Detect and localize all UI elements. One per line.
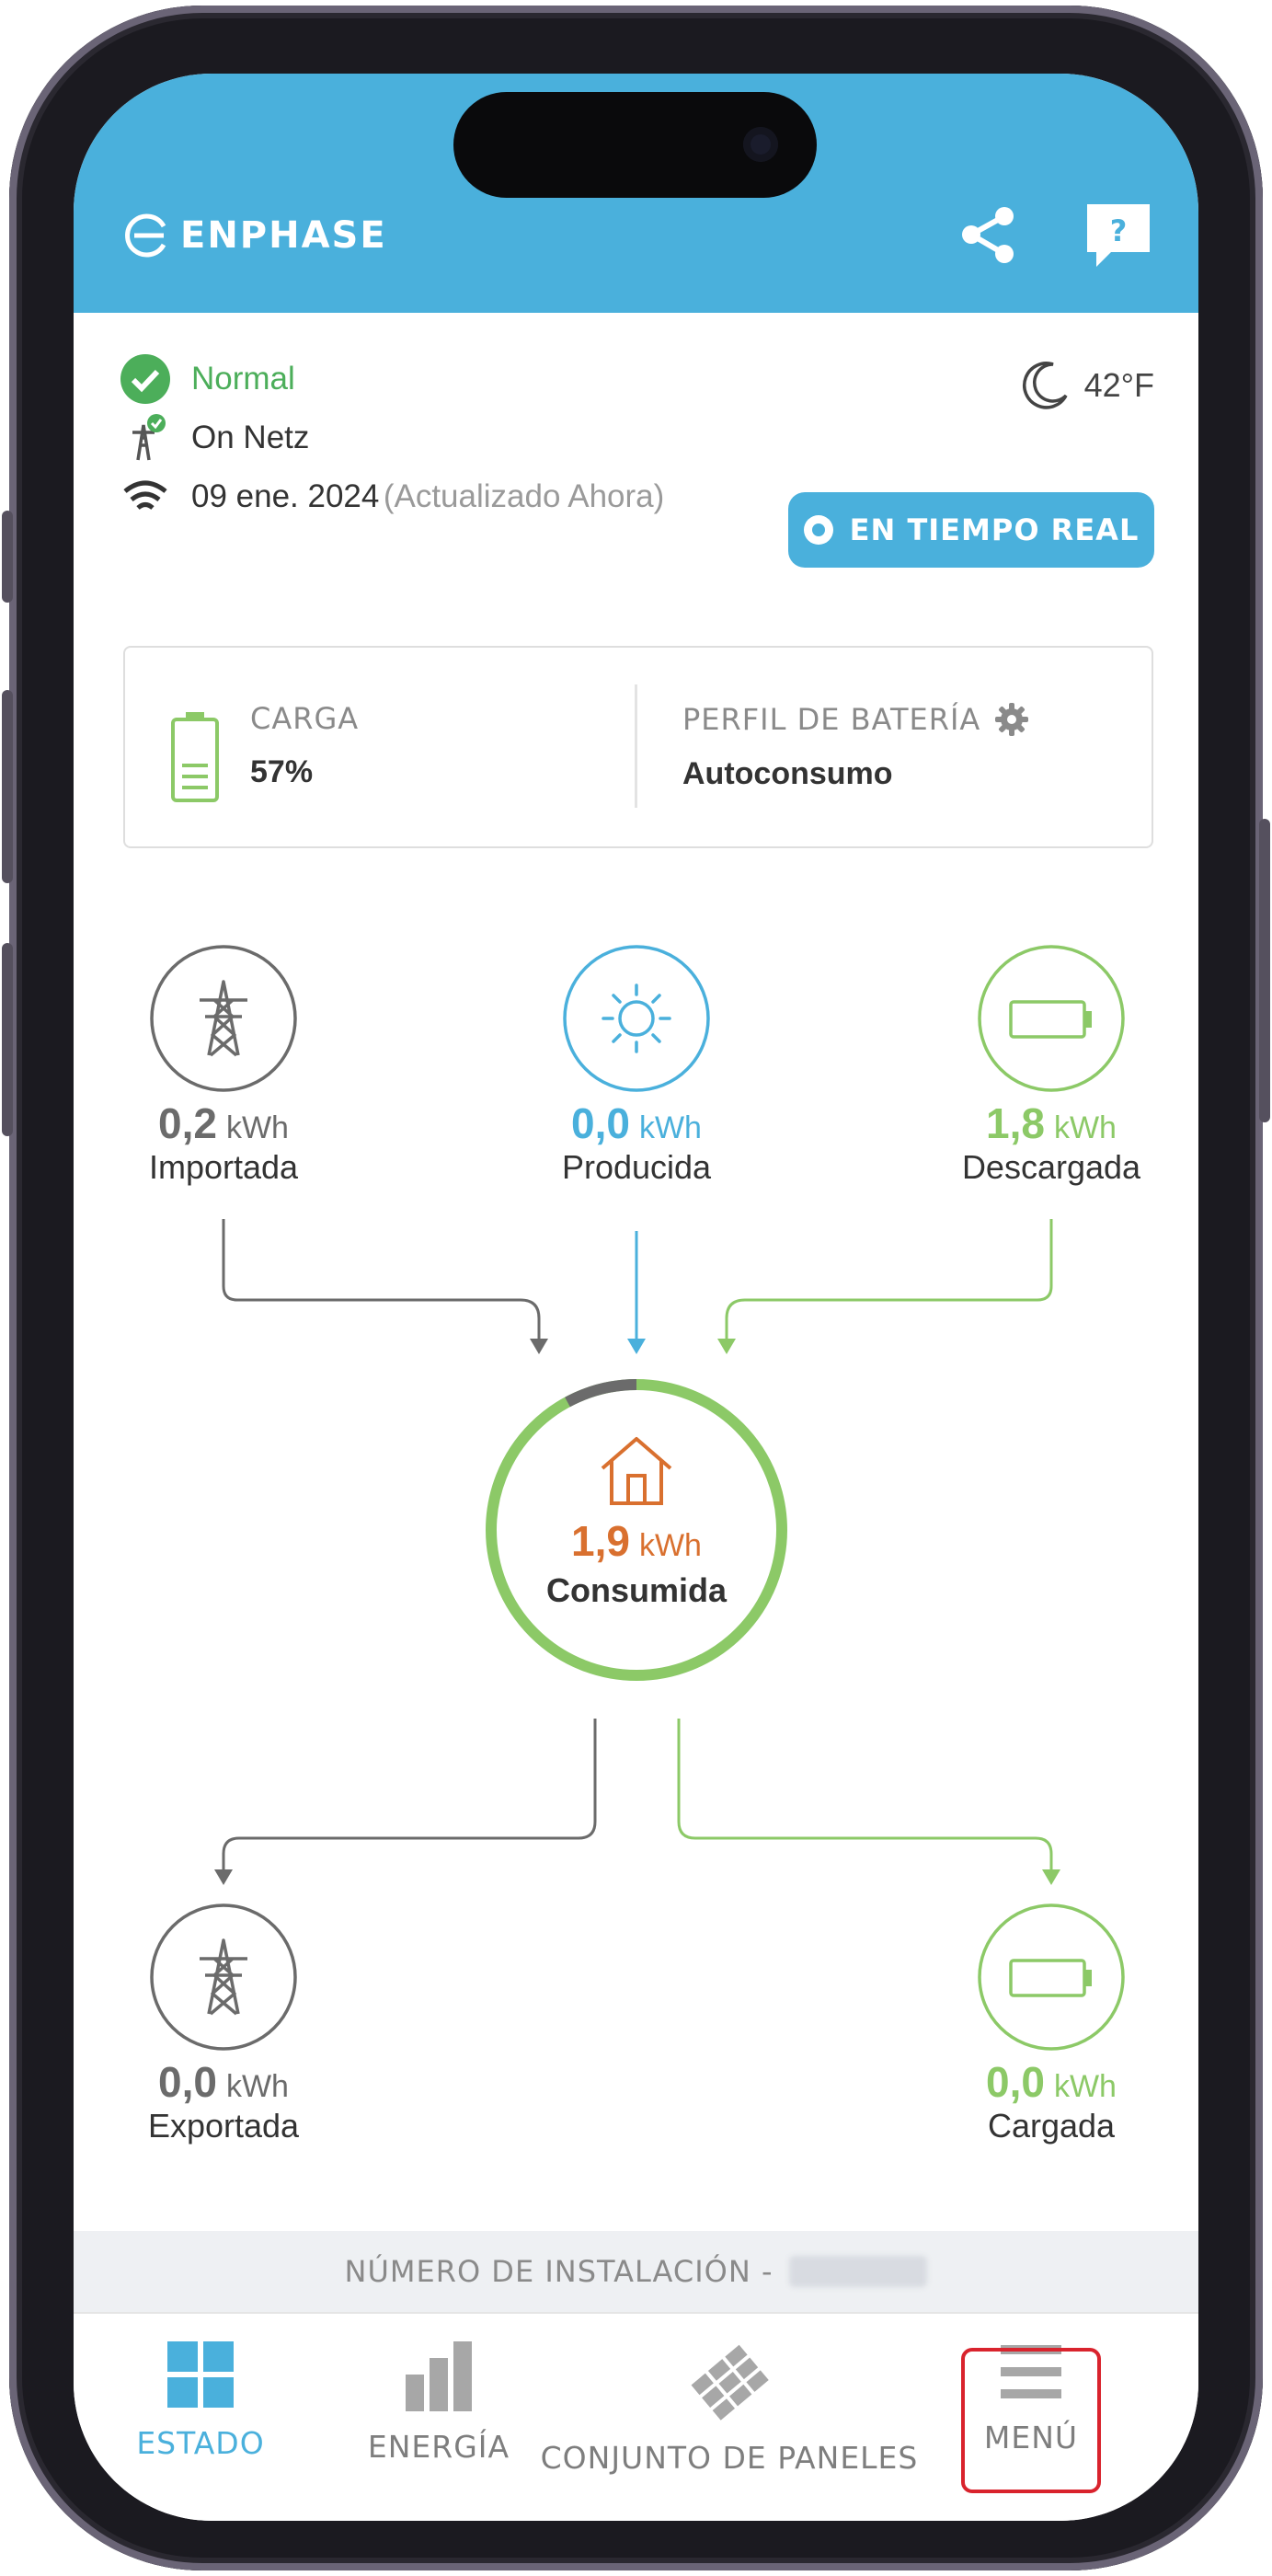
- imported-value: 0,2: [158, 1099, 217, 1147]
- export-flow-line: [222, 1719, 597, 1872]
- import-flow-arrow: [530, 1339, 548, 1354]
- imported-unit: kWh: [225, 1110, 289, 1145]
- bar-chart-icon: [406, 2341, 472, 2411]
- panels-icon: [691, 2344, 769, 2421]
- export-flow-arrow: [214, 1869, 233, 1885]
- consumed-value: 1,9: [571, 1517, 630, 1565]
- house-icon: [601, 1437, 672, 1505]
- grid-tower-icon: [150, 1903, 297, 2051]
- phone-volume-down-button: [2, 943, 13, 1136]
- discharged-unit: kWh: [1053, 1110, 1117, 1145]
- exported-value-row: 0,0 kWh: [86, 2057, 361, 2107]
- discharged-node: 1,8 kWh Descargada: [913, 943, 1189, 1187]
- discharge-flow-line: [725, 1219, 1053, 1341]
- produced-node: 0,0 kWh Producida: [498, 943, 774, 1187]
- charged-value: 0,0: [986, 2058, 1045, 2106]
- imported-node: 0,2 kWh Importada: [86, 943, 361, 1187]
- tab-energia[interactable]: ENERGÍA: [338, 2341, 540, 2465]
- phone-volume-up-button: [2, 690, 13, 883]
- tab-estado[interactable]: ESTADO: [109, 2341, 292, 2461]
- grid-tower-icon: [150, 945, 297, 1092]
- charge-flow-arrow: [1042, 1869, 1060, 1885]
- produced-label: Producida: [561, 1148, 712, 1186]
- battery-icon: [978, 945, 1125, 1092]
- charged-node: 0,0 kWh Cargada: [913, 1902, 1189, 2145]
- exported-value: 0,0: [158, 2058, 217, 2106]
- sun-icon: [563, 945, 710, 1092]
- tab-energia-label: ENERGÍA: [367, 2429, 510, 2465]
- exported-node: 0,0 kWh Exportada: [86, 1902, 361, 2145]
- produced-value: 0,0: [571, 1099, 630, 1147]
- charged-value-row: 0,0 kWh: [913, 2057, 1189, 2107]
- tab-estado-label: ESTADO: [136, 2425, 265, 2461]
- installation-id-redacted: [789, 2256, 928, 2287]
- phone-action-button: [2, 511, 13, 603]
- discharged-value: 1,8: [986, 1099, 1045, 1147]
- consumed-unit: kWh: [638, 1528, 702, 1563]
- tab-conjunto-de-paneles-label: CONJUNTO DE PANELES: [540, 2440, 919, 2476]
- consumed-value-row: 1,9 kWh: [485, 1516, 788, 1566]
- imported-label: Importada: [148, 1148, 299, 1186]
- imported-value-row: 0,2 kWh: [86, 1098, 361, 1148]
- discharged-value-row: 1,8 kWh: [913, 1098, 1189, 1148]
- installation-number: NÚMERO DE INSTALACIÓN -: [74, 2231, 1198, 2312]
- menu-highlight-box: [961, 2348, 1101, 2493]
- exported-label: Exportada: [147, 2107, 300, 2145]
- exported-unit: kWh: [225, 2069, 289, 2104]
- import-flow-line: [222, 1219, 541, 1341]
- app-screen: ENPHASE ? Normal On Netz 09 ene. 2024 (A…: [74, 74, 1198, 2521]
- consumed-node: 1,9 kWh Consumida: [485, 1378, 788, 1682]
- grid-icon: [167, 2341, 234, 2408]
- produced-value-row: 0,0 kWh: [498, 1098, 774, 1148]
- installation-label: NÚMERO DE INSTALACIÓN -: [344, 2254, 774, 2289]
- consumed-label: Consumida: [545, 1571, 727, 1609]
- phone-power-button: [1259, 819, 1270, 1122]
- charged-label: Cargada: [987, 2107, 1116, 2145]
- tab-conjunto-de-paneles[interactable]: CONJUNTO DE PANELES: [532, 2341, 927, 2476]
- charge-flow-line: [677, 1719, 1053, 1872]
- discharged-label: Descargada: [961, 1148, 1141, 1186]
- discharge-flow-arrow: [717, 1339, 736, 1354]
- produced-unit: kWh: [638, 1110, 702, 1145]
- charged-unit: kWh: [1053, 2069, 1117, 2104]
- produce-flow-arrow: [627, 1339, 646, 1354]
- battery-icon: [978, 1903, 1125, 2051]
